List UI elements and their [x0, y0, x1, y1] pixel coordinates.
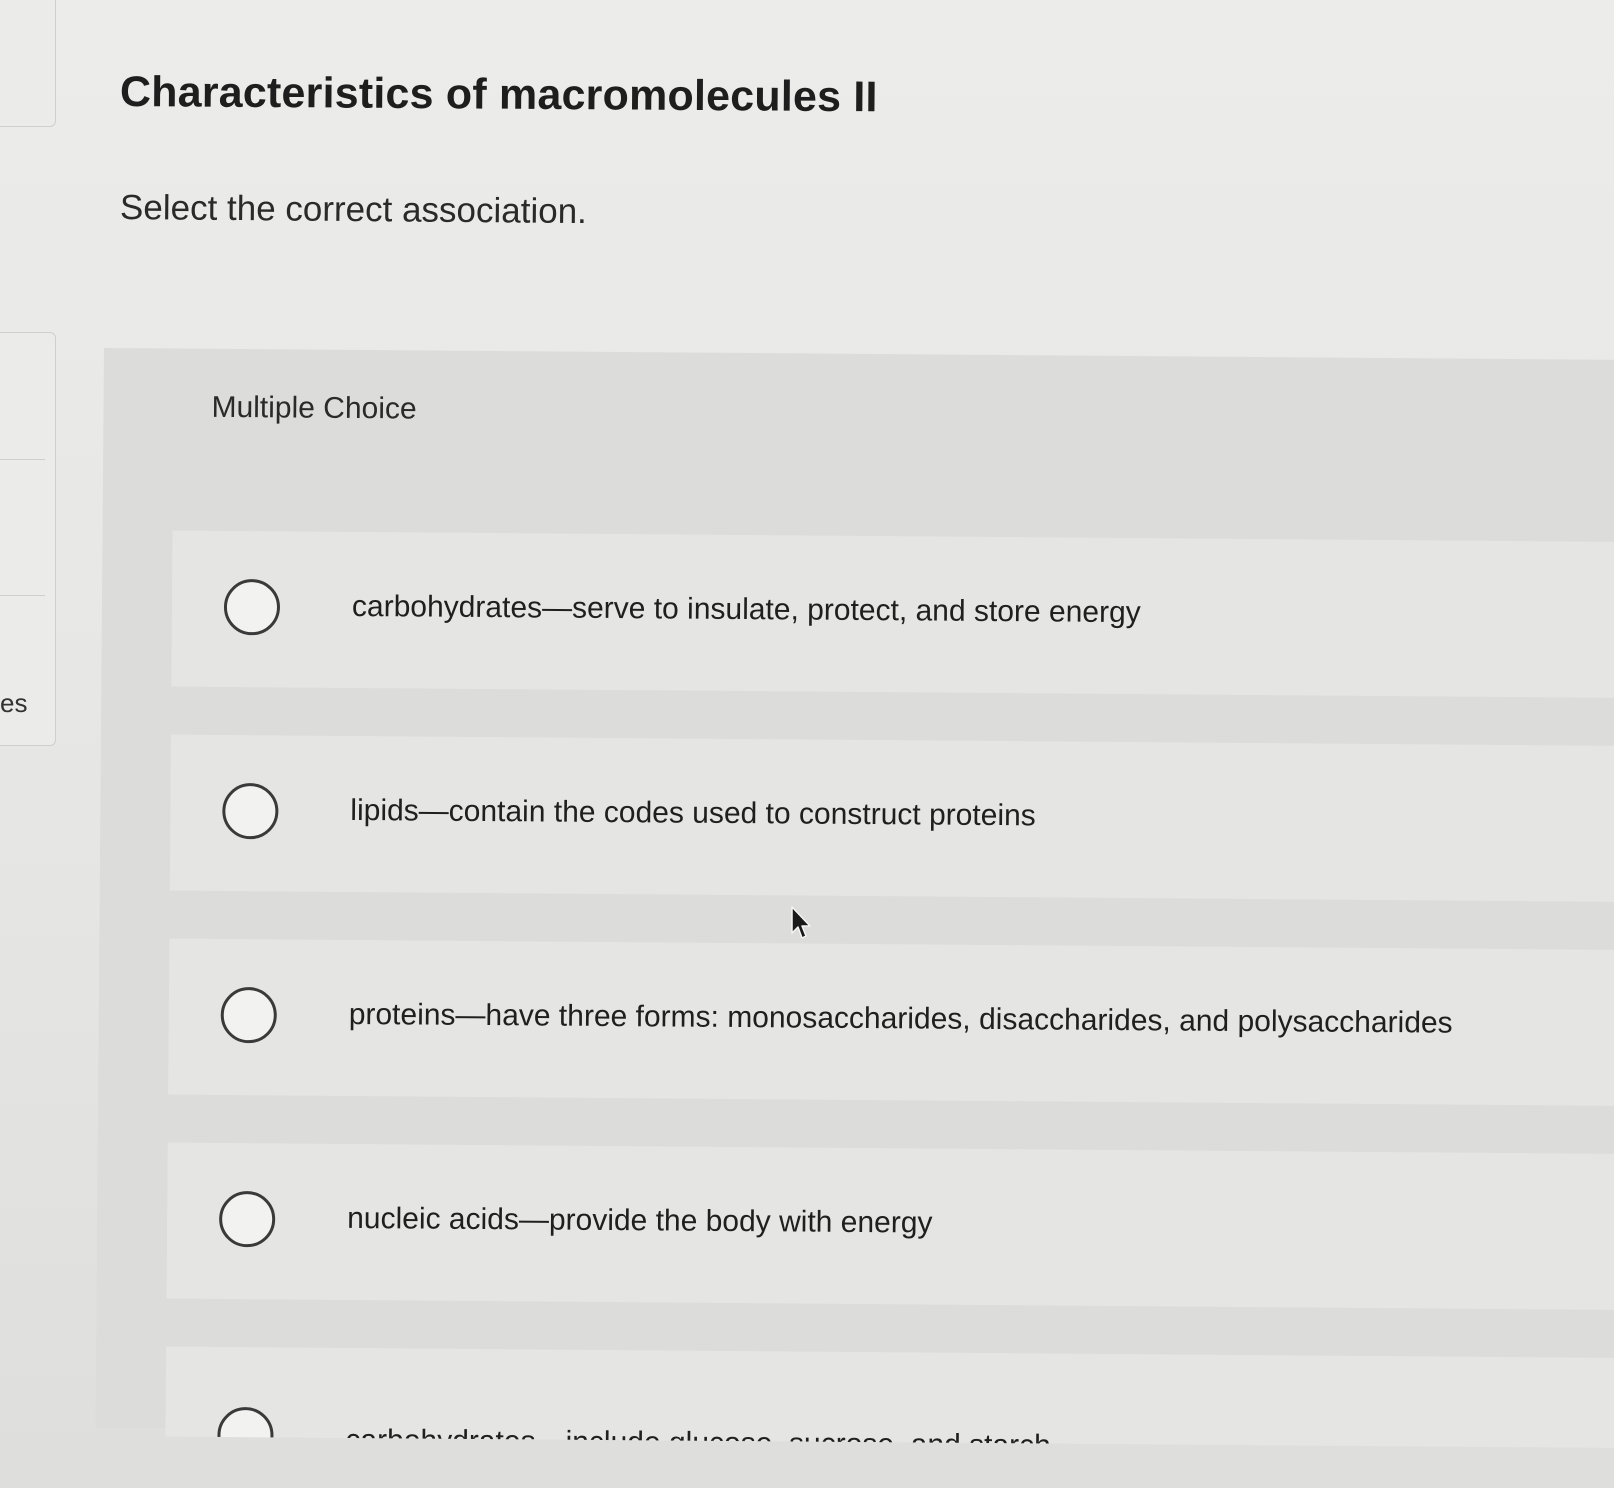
- sidebar-partial-label[interactable]: es: [0, 688, 27, 719]
- question-panel: Multiple Choice carbohydrates—serve to i…: [95, 348, 1614, 1448]
- answer-option[interactable]: lipids—contain the codes used to constru…: [169, 734, 1614, 902]
- answer-options: carbohydrates—serve to insulate, protect…: [165, 530, 1614, 1448]
- sidebar-card-top[interactable]: [0, 0, 56, 127]
- answer-option-label[interactable]: proteins—have three forms: monosaccharid…: [349, 998, 1453, 1041]
- question-type-label: Multiple Choice: [211, 390, 417, 426]
- question-header: Multiple Choice: [103, 348, 1614, 480]
- answer-option[interactable]: nucleic acids—provide the body with ener…: [166, 1142, 1614, 1310]
- question-instruction: Select the correct association.: [119, 188, 588, 232]
- sidebar-divider: [0, 595, 45, 596]
- answer-option[interactable]: carbohydrates—include glucose, sucrose, …: [165, 1346, 1614, 1448]
- answer-option[interactable]: proteins—have three forms: monosaccharid…: [168, 938, 1614, 1106]
- answer-option[interactable]: carbohydrates—serve to insulate, protect…: [171, 530, 1614, 699]
- answer-option-label[interactable]: carbohydrates—serve to insulate, protect…: [352, 590, 1141, 630]
- mouse-pointer-icon: [791, 906, 811, 939]
- page-title: Characteristics of macromolecules II: [119, 68, 878, 122]
- answer-option-label[interactable]: lipids—contain the codes used to constru…: [350, 794, 1036, 833]
- radio-unchecked-icon[interactable]: [222, 782, 279, 840]
- sidebar-divider: [0, 459, 45, 460]
- answer-option-label[interactable]: nucleic acids—provide the body with ener…: [347, 1202, 933, 1241]
- radio-unchecked-icon[interactable]: [223, 578, 281, 636]
- sidebar-card-nav[interactable]: [0, 332, 56, 746]
- radio-unchecked-icon[interactable]: [220, 986, 277, 1044]
- radio-unchecked-icon[interactable]: [218, 1190, 276, 1248]
